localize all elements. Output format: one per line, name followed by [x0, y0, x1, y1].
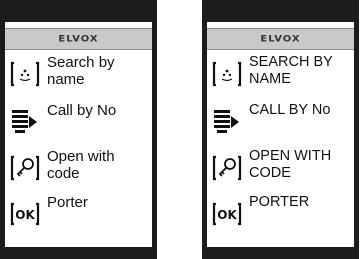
menu-item-label: PORTER	[249, 194, 310, 210]
menu-item-label: Open with code	[47, 148, 115, 182]
menu-item-label: OPEN WITH CODE	[249, 148, 332, 181]
menu-item-porter[interactable]: OK Porter	[5, 192, 152, 240]
menu-item-call-by-number[interactable]: Call by No	[5, 100, 152, 148]
svg-text:OK: OK	[15, 208, 35, 222]
display-screen-left: ELVOX Search by name Call by No Open wit…	[0, 0, 157, 259]
menu-item-porter[interactable]: OK PORTER	[207, 192, 354, 240]
menu-item-call-by-number[interactable]: CALL BY No	[207, 100, 354, 148]
call-list-icon	[211, 106, 243, 138]
ok-porter-icon: OK	[211, 198, 243, 230]
brand-logo: ELVOX	[58, 34, 99, 44]
screen-panel: ELVOX SEARCH BY NAME CALL BY No OPEN WIT…	[207, 22, 354, 247]
svg-text:OK: OK	[217, 208, 237, 222]
menu-item-search-by-name[interactable]: SEARCH BY NAME	[207, 52, 354, 100]
key-code-icon	[9, 152, 41, 184]
ok-porter-icon: OK	[9, 198, 41, 230]
menu-item-search-by-name[interactable]: Search by name	[5, 52, 152, 100]
menu-item-open-with-code[interactable]: OPEN WITH CODE	[207, 146, 354, 194]
menu-item-label: Porter	[47, 194, 88, 211]
menu-item-open-with-code[interactable]: Open with code	[5, 146, 152, 194]
menu-item-label: CALL BY No	[249, 102, 331, 118]
screen-panel: ELVOX Search by name Call by No Open wit…	[5, 22, 152, 247]
search-name-icon	[211, 58, 243, 90]
header-bar: ELVOX	[5, 28, 152, 50]
display-screen-right: ELVOX SEARCH BY NAME CALL BY No OPEN WIT…	[202, 0, 359, 259]
key-code-icon	[211, 152, 243, 184]
menu-item-label: Call by No	[47, 102, 117, 119]
search-name-icon	[9, 58, 41, 90]
menu-item-label: SEARCH BY NAME	[249, 54, 333, 87]
brand-logo: ELVOX	[260, 34, 301, 44]
header-bar: ELVOX	[207, 28, 354, 50]
menu-item-label: Search by name	[47, 54, 115, 88]
call-list-icon	[9, 106, 41, 138]
